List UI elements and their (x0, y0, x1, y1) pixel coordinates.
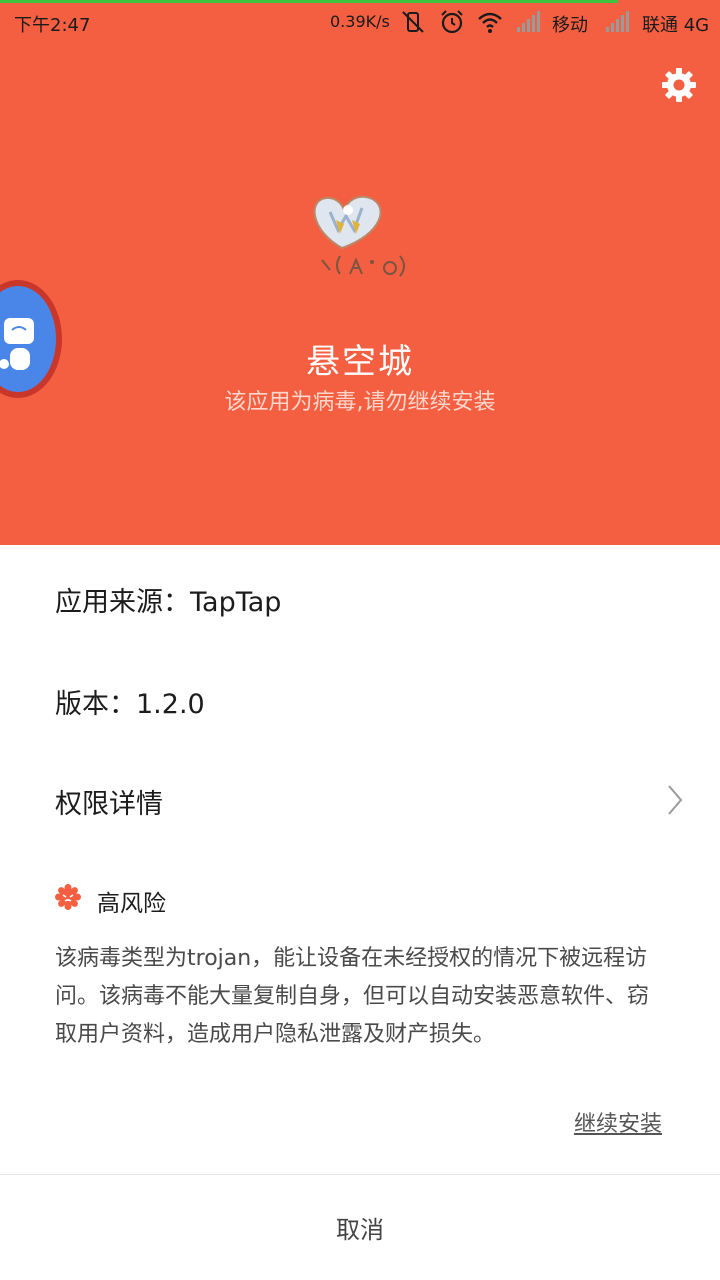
risk-level: 高风险 (97, 891, 166, 917)
warning-badge-icon (55, 884, 81, 910)
continue-install-link[interactable]: 继续安装 (574, 1106, 662, 1138)
app-version: 版本：1.2.0 (55, 689, 205, 720)
gear-icon[interactable] (660, 66, 698, 104)
risk-description: 该病毒类型为trojan，能让设备在未经授权的情况下被远程访问。该病毒不能大量复… (55, 946, 650, 1047)
carrier-2: 联通 4G (642, 15, 710, 36)
vibrate-off-icon (402, 11, 424, 33)
virus-warning: 该应用为病毒,请勿继续安装 (224, 390, 496, 415)
alarm-icon (441, 10, 463, 34)
app-source: 应用来源：TapTap (55, 587, 282, 618)
permissions-label: 权限详情 (55, 789, 163, 820)
signal-icon (606, 11, 629, 32)
chevron-right-icon (668, 785, 683, 815)
cancel-button[interactable]: 取消 (0, 1175, 720, 1280)
wifi-icon (478, 12, 502, 33)
carrier-1: 移动 (552, 15, 588, 36)
status-bar: 下午2:47 0.39K/s 移动 联通 4G (0, 3, 720, 43)
header: 下午2:47 0.39K/s 移动 联通 4G 悬空城 该应用为病毒,请勿继续安… (0, 0, 720, 545)
floating-assistant[interactable] (0, 280, 62, 398)
app-avatar (313, 195, 405, 277)
network-speed: 0.39K/s (330, 12, 390, 31)
status-time: 下午2:47 (14, 15, 91, 36)
app-name: 悬空城 (306, 342, 414, 382)
robot-icon (0, 286, 56, 392)
permissions-row[interactable]: 权限详情 (55, 782, 685, 826)
signal-icon (517, 11, 540, 32)
